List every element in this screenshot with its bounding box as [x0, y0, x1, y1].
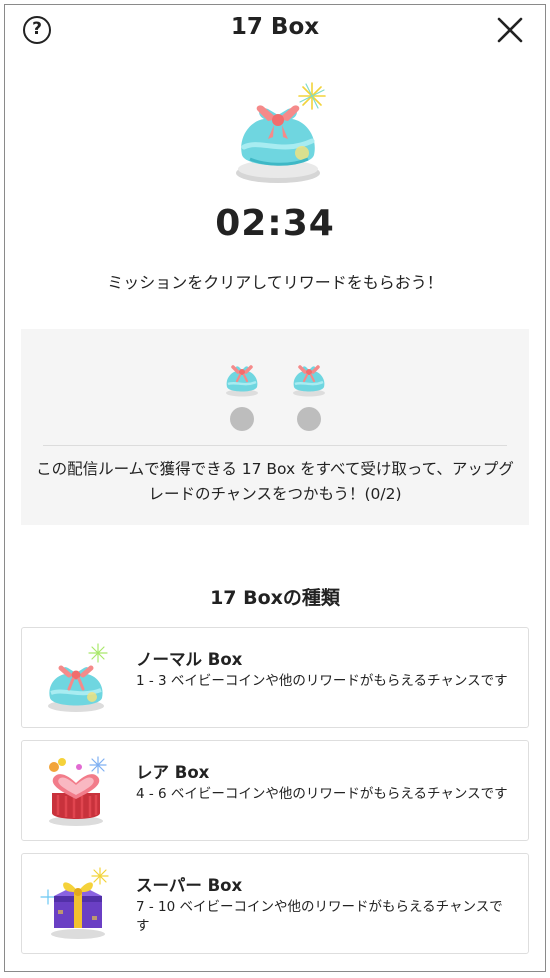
box-type-description: 1 - 3 ベイビーコインや他のリワードがもらえるチャンスです	[136, 673, 508, 689]
normal-box-icon	[226, 365, 258, 397]
dialog-header: ? 17 Box	[5, 5, 545, 53]
divider	[43, 445, 507, 446]
countdown-timer: 02:34	[215, 203, 335, 244]
close-icon[interactable]	[497, 17, 523, 43]
box-type-name: レア Box	[136, 763, 210, 782]
super-box-icon	[40, 867, 109, 939]
box-type-name: ノーマル Box	[136, 650, 243, 669]
mission-text: ミッションをクリアしてリワードをもらおう！	[107, 273, 443, 292]
box-types-title: 17 Boxの種類	[210, 587, 340, 609]
box-type-description: 7 - 10 ベイビーコインや他のリワードがもらえるチャンスです	[136, 899, 503, 934]
normal-box-hero-icon	[236, 82, 326, 183]
rare-box-icon	[49, 756, 107, 826]
box-type-card-rare: レア Box 4 - 6 ベイビーコインや他のリワードがもらえるチャンスです	[21, 740, 529, 841]
box-type-card-super: スーパー Box 7 - 10 ベイビーコインや他のリワードがもらえるチャンスで…	[21, 853, 529, 954]
normal-box-icon	[293, 365, 325, 397]
box-type-description: 4 - 6 ベイビーコインや他のリワードがもらえるチャンスです	[136, 786, 508, 802]
progress-dot	[230, 407, 254, 431]
progress-description: この配信ルームで獲得できる 17 Box をすべて受け取って、アップグレードのチ…	[36, 460, 514, 503]
sparkle-icon	[298, 82, 326, 110]
progress-dot	[297, 407, 321, 431]
progress-panel: この配信ルームで獲得できる 17 Box をすべて受け取って、アップグレードのチ…	[21, 329, 529, 525]
17-box-dialog: ? 17 Box 02:34 ミッションをクリアしてリワードをもらおう！ この配…	[4, 4, 546, 972]
page-title: 17 Box	[230, 14, 320, 40]
box-type-name: スーパー Box	[136, 876, 243, 895]
box-type-card-normal: ノーマル Box 1 - 3 ベイビーコインや他のリワードがもらえるチャンスです	[21, 627, 529, 728]
normal-box-icon	[48, 643, 108, 712]
